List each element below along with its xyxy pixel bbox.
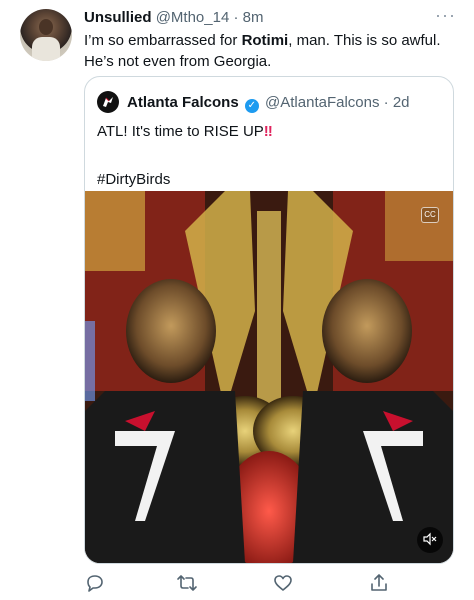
verified-badge-icon: ✓ <box>244 99 259 113</box>
reply-icon[interactable] <box>84 572 106 594</box>
quoted-line1: ATL! It's time to RISE UP <box>97 123 264 140</box>
quoted-header: Atlanta Falcons ✓ @AtlantaFalcons · 2d <box>127 93 410 113</box>
more-options-icon[interactable]: ··· <box>435 6 456 24</box>
quoted-author-name[interactable]: Atlanta Falcons <box>127 94 239 111</box>
tweet-header: Unsullied @Mtho_14 · 8m <box>84 8 263 28</box>
tweet[interactable]: Unsullied @Mtho_14 · 8m ··· I’m so embar… <box>0 0 474 600</box>
video-frame <box>85 191 453 563</box>
tweet-text-bold: Rotimi <box>241 32 289 49</box>
quoted-handle[interactable]: @AtlantaFalcons <box>265 94 379 111</box>
captions-icon[interactable]: CC <box>421 207 439 223</box>
tweet-text: I’m so embarrassed for Rotimi, man. This… <box>84 30 454 72</box>
avatar-head <box>39 19 53 35</box>
share-icon[interactable] <box>368 572 390 594</box>
video-player[interactable]: CC <box>85 191 453 563</box>
author-avatar[interactable] <box>20 9 72 61</box>
quoted-time[interactable]: 2d <box>393 94 410 111</box>
quoted-hashtag[interactable]: #DirtyBirds <box>97 169 170 191</box>
quoted-text: ATL! It's time to RISE UP‼ <box>97 121 437 143</box>
mute-icon[interactable] <box>417 527 443 553</box>
retweet-icon[interactable] <box>176 572 198 594</box>
tweet-actions <box>84 572 394 594</box>
author-handle[interactable]: @Mtho_14 <box>156 9 230 26</box>
double-exclamation-emoji: ‼ <box>263 123 273 140</box>
like-icon[interactable] <box>272 572 294 594</box>
avatar-body <box>32 37 60 61</box>
quoted-tweet[interactable]: Atlanta Falcons ✓ @AtlantaFalcons · 2d A… <box>84 76 454 564</box>
falcons-logo-icon[interactable] <box>97 91 119 113</box>
tweet-text-start: I’m so embarrassed for <box>84 32 242 49</box>
tweet-time[interactable]: 8m <box>243 9 264 26</box>
header-separator: · <box>233 9 239 26</box>
quoted-separator: · <box>383 94 389 111</box>
author-name[interactable]: Unsullied <box>84 9 152 26</box>
